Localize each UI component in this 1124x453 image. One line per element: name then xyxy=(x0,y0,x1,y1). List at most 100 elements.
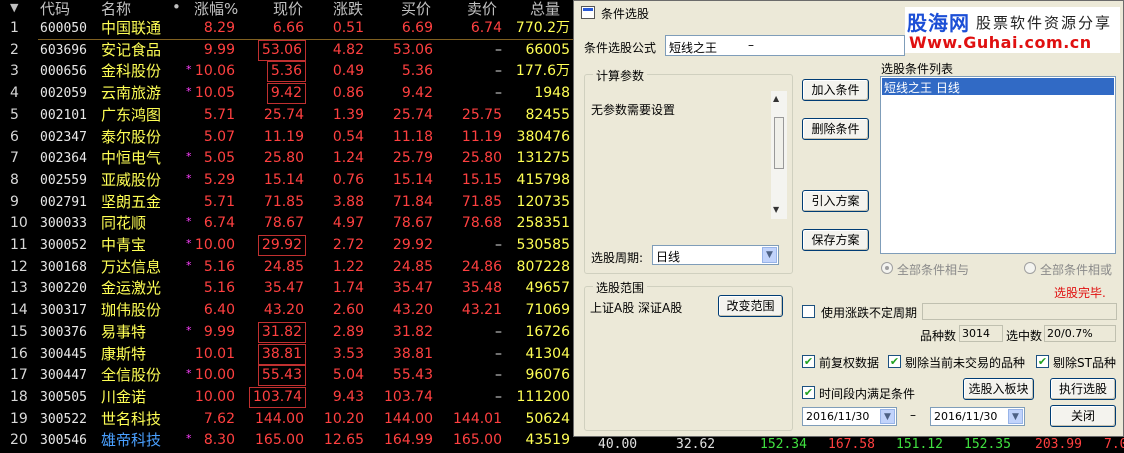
header-change-pct[interactable]: 涨幅% xyxy=(194,0,238,19)
table-row[interactable]: 19 300522 世名科技 7.62 144.00 10.20 144.00 144.01 5… xyxy=(0,409,580,430)
change-pct: 5.71 xyxy=(203,193,235,210)
scroll-up-icon[interactable]: ▲ xyxy=(773,94,779,103)
period-range-field xyxy=(922,303,1117,320)
bid-price: 9.42 xyxy=(401,85,433,102)
total-volume: 131275 xyxy=(516,150,570,167)
current-price: 38.81 xyxy=(257,343,307,365)
stock-name: 金运激光 xyxy=(101,279,162,298)
table-row[interactable]: 3 000656 金科股份 * 10.06 5.36 0.49 5.36 –177.6万 xyxy=(0,61,580,83)
price-change: 0.86 xyxy=(332,85,364,102)
formula-combobox[interactable]: 短线之王 – xyxy=(665,35,905,56)
stock-code: 300522 xyxy=(40,411,87,427)
exclude-st-checkbox[interactable]: ✔ xyxy=(1036,355,1049,368)
use-period-checkbox[interactable] xyxy=(802,305,815,318)
table-row[interactable]: 18 300505 川金诺 10.00 103.74 9.43 103.74 –111200 xyxy=(0,386,580,408)
bid-price: 164.99 xyxy=(384,432,433,449)
stock-code: 300052 xyxy=(40,238,87,253)
add-to-block-button[interactable]: 选股入板块 xyxy=(963,378,1034,400)
stock-code: 000656 xyxy=(40,64,87,80)
radio-and[interactable] xyxy=(881,262,893,274)
stock-code: 300220 xyxy=(40,281,87,297)
table-row[interactable]: 17 300447 全信股份 * 10.00 55.43 5.04 55.43 – 96076 xyxy=(0,365,580,387)
scroll-down-icon[interactable]: ▼ xyxy=(773,205,779,214)
execute-button[interactable]: 执行选股 xyxy=(1050,378,1116,400)
table-row[interactable]: 20 300546 雄帝科技 * 8.30 165.00 12.65 164.99 165.00… xyxy=(0,430,580,451)
import-plan-button[interactable]: 引入方案 xyxy=(802,190,869,212)
condition-list-label: 选股条件列表 xyxy=(881,62,954,76)
header-bid[interactable]: 买价 xyxy=(401,0,431,19)
table-row[interactable]: 11 300052 中青宝 * 10.00 29.92 2.72 29.92 –530585 xyxy=(0,235,580,256)
exclude-untraded-checkbox[interactable]: ✔ xyxy=(888,355,901,368)
adjust-data-checkbox[interactable]: ✔ xyxy=(802,355,815,368)
table-row[interactable]: 8 002559 亚威股份 * 5.29 15.14 0.76 15.14 15.15 41579… xyxy=(0,170,580,191)
change-pct: 5.07 xyxy=(203,128,235,145)
logo-url: Www.Guhai.com.cn xyxy=(909,33,1092,52)
table-row[interactable]: 10 300033 同花顺 * 6.74 78.67 4.97 78.67 78.68 25835… xyxy=(0,213,580,234)
row-index: 1 xyxy=(10,20,19,36)
table-row[interactable]: 7 002364 中恒电气 * 5.05 25.80 1.24 25.79 25.80 13127… xyxy=(0,148,580,169)
stock-code: 002059 xyxy=(40,86,87,102)
scroll-thumb[interactable] xyxy=(774,117,784,169)
table-row[interactable]: 12 300168 万达信息 * 5.16 24.85 1.22 24.85 24.86 8072… xyxy=(0,257,580,278)
date-to-picker[interactable]: 2016/11/30 ▼ xyxy=(930,407,1025,426)
range-group-label: 选股范围 xyxy=(593,279,648,296)
header-ask[interactable]: 卖价 xyxy=(467,0,497,19)
chevron-down-icon[interactable]: ▼ xyxy=(880,409,895,424)
header-diff[interactable]: 涨跌 xyxy=(333,0,363,19)
table-row[interactable]: 9 002791 坚朗五金 5.71 71.85 3.88 71.84 71.85 120735 xyxy=(0,192,580,213)
stock-name: 易事特 xyxy=(101,322,147,341)
star-marker: * xyxy=(186,367,192,381)
close-button[interactable]: 关闭 xyxy=(1050,405,1116,427)
add-condition-button[interactable]: 加入条件 xyxy=(802,79,869,101)
stock-code: 300505 xyxy=(40,389,87,405)
table-row[interactable]: 6 002347 泰尔股份 5.07 11.19 0.54 11.18 11.19 380476 xyxy=(0,127,580,148)
change-range-button[interactable]: 改变范围 xyxy=(718,295,783,317)
total-volume: 111200 xyxy=(516,388,570,405)
header-name[interactable]: 名称 xyxy=(101,0,131,19)
save-plan-button[interactable]: 保存方案 xyxy=(802,229,869,251)
strip-value: 40.00 xyxy=(598,437,638,452)
total-volume: 380476 xyxy=(516,128,570,145)
table-row[interactable]: 1 600050 中国联通 8.29 6.66 0.51 6.69 6.74 770.2万 xyxy=(0,18,580,39)
strip-value: 152.35 xyxy=(964,437,1011,452)
chevron-down-icon[interactable]: ▼ xyxy=(762,247,777,263)
total-volume: 66005 xyxy=(525,41,570,58)
stock-name: 世名科技 xyxy=(101,409,162,428)
header-volume[interactable]: 总量 xyxy=(530,0,560,19)
price-change: 1.24 xyxy=(332,150,364,167)
time-range-checkbox[interactable]: ✔ xyxy=(802,386,815,399)
use-period-label: 使用涨跌不定周期 xyxy=(821,306,918,320)
header-price[interactable]: 现价 xyxy=(273,0,303,19)
ask-price: 78.68 xyxy=(461,215,502,232)
params-scrollbar[interactable]: ▲ ▼ xyxy=(771,91,787,219)
table-row[interactable]: 14 300317 珈伟股份 6.40 43.20 2.60 43.20 43.21 71069 xyxy=(0,300,580,321)
sort-arrow-icon[interactable]: ▼ xyxy=(10,1,18,14)
radio-or[interactable] xyxy=(1024,262,1036,274)
current-price: 35.47 xyxy=(263,280,304,297)
delete-condition-button[interactable]: 删除条件 xyxy=(802,118,869,140)
count-field: 3014 xyxy=(959,325,1003,342)
table-row[interactable]: 2 603696 安记食品 9.99 53.06 4.82 53.06 – 66005 xyxy=(0,39,580,61)
row-index: 9 xyxy=(10,193,19,210)
total-volume: 82455 xyxy=(525,106,570,123)
table-row[interactable]: 5 002101 广东鸿图 5.71 25.74 1.39 25.74 25.75 82455 xyxy=(0,105,580,126)
condition-list-item[interactable]: 短线之王 日线 xyxy=(882,78,1114,95)
period-select[interactable]: 日线 ▼ xyxy=(652,245,779,265)
stock-quote-table[interactable]: ▼ 代码 名称 • 涨幅% 现价 涨跌 买价 卖价 总量 1 600050 中国联通… xyxy=(0,0,580,453)
stock-code: 002791 xyxy=(40,194,87,210)
table-row[interactable]: 13 300220 金运激光 5.16 35.47 1.74 35.47 35.48 49657 xyxy=(0,278,580,299)
ask-price: 25.80 xyxy=(461,150,502,167)
chevron-down-icon[interactable]: ▼ xyxy=(1008,409,1023,424)
date-from-picker[interactable]: 2016/11/30 ▼ xyxy=(802,407,897,426)
stock-code: 300447 xyxy=(40,368,87,384)
condition-listbox[interactable]: 短线之王 日线 xyxy=(880,76,1116,254)
ask-price: 15.15 xyxy=(461,171,502,188)
bid-price: 144.00 xyxy=(384,410,433,427)
table-row[interactable]: 16 300445 康斯特 10.01 38.81 3.53 38.81 – 41304 xyxy=(0,343,580,365)
date-from-value: 2016/11/30 xyxy=(806,410,870,423)
table-row[interactable]: 15 300376 易事特 * 9.99 31.82 2.89 31.82 – 16726 xyxy=(0,321,580,343)
header-code[interactable]: 代码 xyxy=(40,0,70,19)
table-row[interactable]: 4 002059 云南旅游 * 10.05 9.42 0.86 9.42 – 1948 xyxy=(0,83,580,105)
total-volume: 41304 xyxy=(525,345,570,362)
stock-name: 珈伟股份 xyxy=(101,301,162,320)
